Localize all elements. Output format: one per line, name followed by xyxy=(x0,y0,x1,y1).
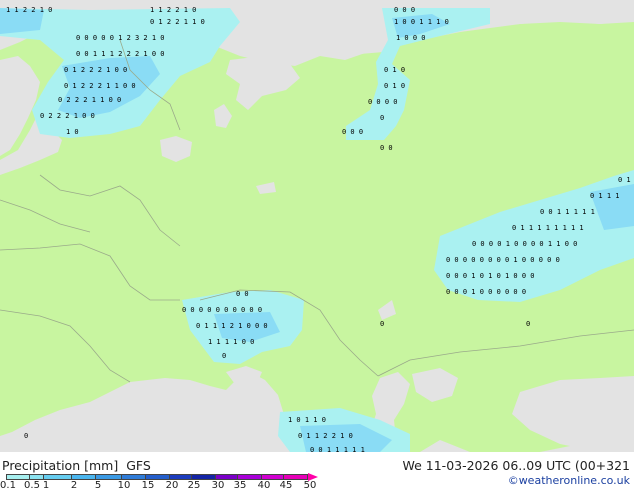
value-label: 1 0 0 0 xyxy=(396,34,426,42)
scale-tick-label: 35 xyxy=(233,480,247,491)
scale-tick-label: 0.1 xyxy=(0,480,16,491)
value-label: 0 xyxy=(380,114,384,122)
value-label: 1 1 1 1 0 0 xyxy=(208,338,254,346)
value-label: 0 0 0 xyxy=(342,128,363,136)
scale-tick-label: 50 xyxy=(303,480,317,491)
value-label: 0 1 1 1 xyxy=(590,192,620,200)
value-label: 0 xyxy=(526,320,530,328)
value-label: 1 1 2 2 1 0 xyxy=(6,6,52,14)
scale-tick-label: 15 xyxy=(141,480,155,491)
model-name: GFS xyxy=(126,458,151,473)
value-label: 0 0 xyxy=(380,144,393,152)
value-label: 0 0 1 1 1 2 2 2 1 0 0 xyxy=(76,50,165,58)
value-label: 0 2 2 2 1 1 0 0 xyxy=(58,96,121,104)
value-label: 0 xyxy=(24,432,28,440)
scale-tick-label: 45 xyxy=(279,480,293,491)
value-label: 0 0 0 0 0 0 0 0 0 0 xyxy=(182,306,262,314)
value-label: 0 0 0 xyxy=(394,6,415,14)
scale-tick-label: 0.5 xyxy=(24,480,40,491)
value-label: 0 0 0 1 0 1 0 1 0 0 0 xyxy=(446,272,535,280)
value-label: 0 1 2 2 2 1 1 0 0 xyxy=(64,82,136,90)
value-label: 0 0 xyxy=(236,290,249,298)
value-label: 0 xyxy=(380,320,384,328)
precipitation-map: 1 1 2 2 1 0 1 1 2 2 1 0 0 1 2 2 1 1 0 0 … xyxy=(0,0,634,454)
scale-tick-label: 30 xyxy=(211,480,225,491)
value-label: 1 0 1 1 0 xyxy=(288,416,326,424)
value-label: 0 1 2 2 1 1 0 xyxy=(150,18,205,26)
value-label: 0 1 1 2 2 1 0 xyxy=(298,432,353,440)
value-label: 0 0 0 1 0 0 0 0 0 0 xyxy=(446,288,526,296)
value-label: 0 1 0 xyxy=(384,82,405,90)
credit-link[interactable]: ©weatheronline.co.uk xyxy=(508,474,630,487)
scale-tick-label: 2 xyxy=(70,480,78,491)
scale-tick-label: 5 xyxy=(94,480,102,491)
value-label: 1 0 0 1 1 1 0 xyxy=(394,18,449,26)
scale-tick-label: 25 xyxy=(187,480,201,491)
scale-tick-label: 10 xyxy=(117,480,131,491)
value-label: 0 2 2 2 1 0 0 xyxy=(40,112,95,120)
value-label: 0 0 1 1 1 1 1 xyxy=(540,208,595,216)
value-label: 0 0 0 0 1 0 0 0 0 1 1 0 0 xyxy=(472,240,577,248)
scale-tick-label: 1 xyxy=(42,480,50,491)
run-time: We 11-03-2026 06..09 UTC (00+321 xyxy=(402,458,630,473)
value-label: 0 0 0 0 0 1 2 3 2 1 0 xyxy=(76,34,165,42)
value-label: 0 1 1 1 1 1 1 1 1 xyxy=(512,224,584,232)
value-label: 0 1 2 2 2 1 0 0 xyxy=(64,66,127,74)
value-label: 0 1 1 1 2 1 0 0 0 xyxy=(196,322,268,330)
value-label: 1 0 xyxy=(66,128,79,136)
value-label: 0 0 0 0 xyxy=(368,98,398,106)
legend: Precipitation [mm] GFS We 11-03-2026 06.… xyxy=(0,452,634,491)
legend-title: Precipitation [mm] GFS xyxy=(2,458,151,473)
value-label: 0 1 xyxy=(618,176,631,184)
value-label: 0 xyxy=(222,352,226,360)
color-scale xyxy=(6,473,318,481)
scale-tick-label: 20 xyxy=(165,480,179,491)
legend-title-text: Precipitation [mm] xyxy=(2,458,119,473)
value-label: 1 1 2 2 1 0 xyxy=(150,6,196,14)
value-label: 0 0 0 0 0 0 0 0 1 0 0 0 0 0 xyxy=(446,256,560,264)
scale-tick-label: 40 xyxy=(257,480,271,491)
value-label: 0 1 0 xyxy=(384,66,405,74)
